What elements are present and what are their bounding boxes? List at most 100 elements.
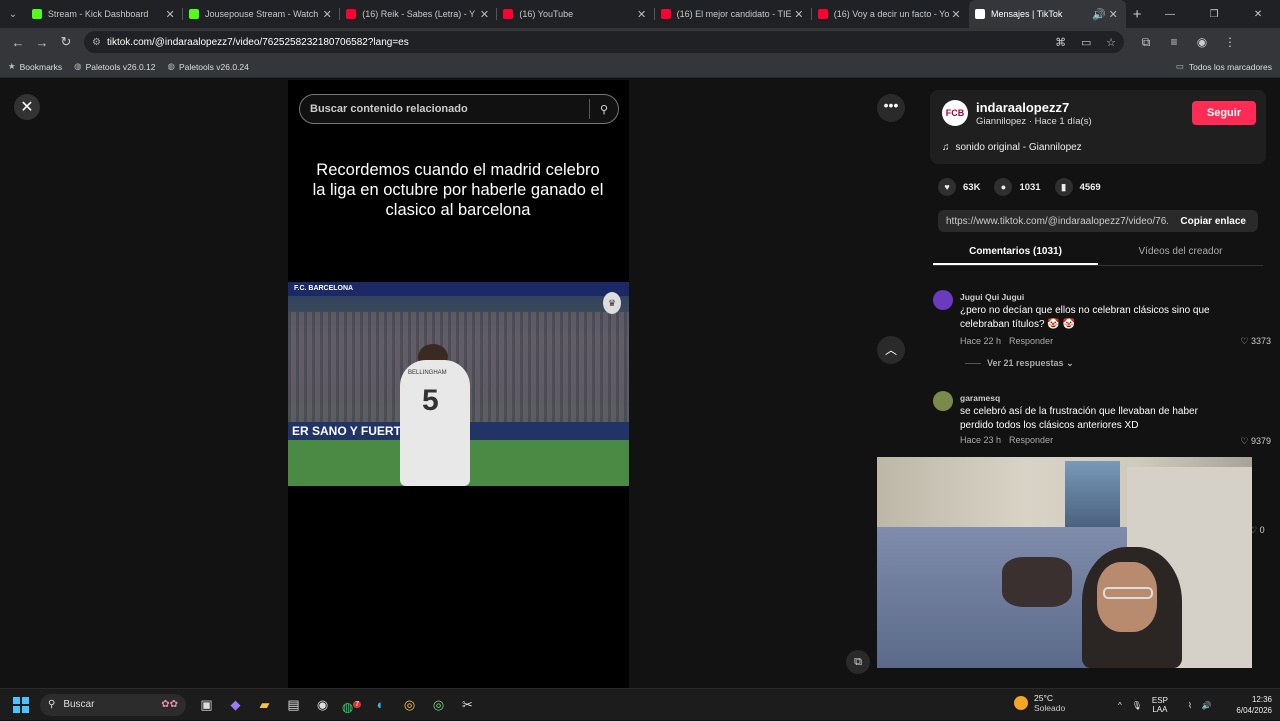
copilot-icon[interactable]: ◆ <box>221 692 250 718</box>
more-options-icon[interactable]: ••• <box>877 94 905 122</box>
bookmark-item[interactable]: ◍ Paletools v26.0.24 <box>168 61 249 72</box>
volume-icon[interactable]: 🔊 <box>1202 701 1212 710</box>
creator-username[interactable]: indaraalopezz7 <box>976 100 1069 115</box>
task-view-icon[interactable]: ▣ <box>192 692 221 718</box>
tab-search-button[interactable]: ⌄ <box>0 0 26 28</box>
browser-tab[interactable]: Stream - Kick Dashboard ✕ <box>26 0 184 28</box>
reply-button[interactable]: Responder <box>1009 435 1053 445</box>
language-indicator[interactable]: ESP LAA <box>1152 696 1178 714</box>
tiktok-favicon-icon <box>974 9 985 19</box>
browser-tab-bar: ⌄ Stream - Kick Dashboard ✕ Jousepouse S… <box>0 0 1280 28</box>
close-tab-icon[interactable]: ✕ <box>477 8 491 21</box>
close-tab-icon[interactable]: ✕ <box>320 8 334 21</box>
comment-like-button[interactable]: ♡ 3373 <box>1240 336 1271 347</box>
edge-icon[interactable]: ◐ <box>366 692 395 718</box>
video-player[interactable]: Buscar contenido relacionado ⚲ Recordemo… <box>288 80 629 688</box>
browser-tab[interactable]: Jousepouse Stream - Watch Li ✕ <box>183 0 341 28</box>
microphone-icon[interactable]: 🎙 <box>1132 701 1142 710</box>
browser-tab[interactable]: (16) Reik - Sabes (Letra) - Y ✕ <box>340 0 498 28</box>
browser-tab[interactable]: (16) YouTube ✕ <box>497 0 655 28</box>
close-tab-icon[interactable]: ✕ <box>949 8 963 21</box>
music-row[interactable]: ♫ sonido original - Giannilopez <box>942 142 1082 153</box>
store-icon[interactable]: ▤ <box>279 692 308 718</box>
tab-creator-videos[interactable]: Vídeos del creador <box>1098 240 1263 265</box>
browser-tab-active[interactable]: Mensajes | TikTok 🔊 ✕ <box>968 0 1127 28</box>
taskbar-search-input[interactable]: ⚲ Buscar ✿✿ <box>40 693 186 716</box>
cast-icon[interactable]: ▭ <box>1081 37 1091 49</box>
previous-video-icon[interactable]: ︿ <box>877 336 905 364</box>
chevron-up-icon[interactable]: ^ <box>1118 701 1122 710</box>
snipping-tool-icon[interactable]: ✂ <box>453 692 482 718</box>
profile-avatar-icon[interactable]: ◉ <box>1188 35 1216 50</box>
url-input[interactable]: ⚙ tiktok.com/@indaraalopezz7/video/76252… <box>84 31 1124 53</box>
obs-icon[interactable]: ◉ <box>308 692 337 718</box>
comment-author[interactable]: garamesq <box>960 393 1000 403</box>
forward-icon[interactable]: → <box>30 35 54 50</box>
comment-text: ¿pero no decían que ellos no celebran cl… <box>960 305 1210 330</box>
player-figure: BELLINGHAM 5 <box>400 360 470 486</box>
new-tab-button[interactable]: + <box>1126 6 1148 23</box>
bookmark-star-icon[interactable]: ☆ <box>1106 37 1116 49</box>
save-button[interactable]: ▮ 4569 <box>1054 178 1101 196</box>
translate-icon[interactable]: ⌘ <box>1055 37 1066 49</box>
share-link[interactable]: https://www.tiktok.com/@indaraalopezz7/v… <box>938 216 1168 227</box>
tab-title: (16) Reik - Sabes (Letra) - Y <box>362 9 476 19</box>
comment-like-button[interactable]: ♡ 9379 <box>1240 436 1271 447</box>
back-icon[interactable]: ← <box>6 35 30 50</box>
close-window-icon[interactable]: ✕ <box>1236 9 1280 20</box>
whatsapp-icon[interactable]: ◍ 7 <box>337 692 366 718</box>
browser-tab[interactable]: (16) Voy a decir un facto - YouT ✕ <box>812 0 969 28</box>
panel-tabs: Comentarios (1031) Vídeos del creador <box>933 240 1263 266</box>
picture-in-picture-icon[interactable]: ⧉ <box>846 650 870 674</box>
extensions-icon[interactable]: ⧉ <box>1132 35 1160 50</box>
wifi-icon[interactable]: ⌇ <box>1188 701 1192 710</box>
taskbar-apps: ▣ ◆ ▰ ▤ ◉ ◍ 7 ◐ ◎ ◎ ✂ <box>192 692 482 718</box>
comment-button[interactable]: ● 1031 <box>994 178 1041 196</box>
view-replies-button[interactable]: Ver 21 respuestas ⌄ <box>965 358 1074 369</box>
like-button[interactable]: ♥ 63K <box>938 178 980 196</box>
bookmark-item[interactable]: ◍ Paletools v26.0.12 <box>74 61 155 72</box>
windows-start-icon[interactable] <box>10 694 32 716</box>
speaker-icon[interactable]: 🔊 <box>1092 8 1106 21</box>
maximize-icon[interactable]: ❐ <box>1192 9 1236 20</box>
comment-icon: ● <box>994 178 1013 196</box>
chrome-dev-icon[interactable]: ◎ <box>424 692 453 718</box>
tab-title: Mensajes | TikTok <box>990 9 1063 19</box>
share-link-row: https://www.tiktok.com/@indaraalopezz7/v… <box>938 210 1258 232</box>
close-tab-icon[interactable]: ✕ <box>163 8 177 21</box>
close-tab-icon[interactable]: ✕ <box>635 8 649 21</box>
reload-icon[interactable]: ↻ <box>54 34 78 50</box>
chrome-icon[interactable]: ◎ <box>395 692 424 718</box>
creator-subline: Giannilopez · Hace 1 día(s) <box>976 116 1092 127</box>
follow-button[interactable]: Seguir <box>1192 101 1256 125</box>
player-number: 5 <box>422 384 439 417</box>
all-bookmarks-button[interactable]: ▭ Todos los marcadores <box>1176 61 1272 72</box>
weather-widget[interactable]: 25°C Soleado <box>1014 693 1065 713</box>
browser-tab[interactable]: (16) El mejor candidato - TIERL ✕ <box>655 0 812 28</box>
site-info-icon[interactable]: ⚙ <box>92 37 101 48</box>
comment-avatar[interactable] <box>933 391 953 411</box>
sun-icon <box>1014 696 1028 710</box>
file-explorer-icon[interactable]: ▰ <box>250 692 279 718</box>
menu-icon[interactable]: ⋮ <box>1216 35 1244 50</box>
clock[interactable]: 12:36 6/04/2026 <box>1222 694 1272 716</box>
bookmark-item[interactable]: ★ Bookmarks <box>8 61 62 72</box>
reading-list-icon[interactable]: ≡ <box>1160 35 1188 50</box>
search-icon[interactable]: ⚲ <box>600 103 608 116</box>
comment-author[interactable]: Jugui Qui Jugui <box>960 292 1024 302</box>
weather-temp: 25°C <box>1034 693 1053 703</box>
related-search-input[interactable]: Buscar contenido relacionado ⚲ <box>299 94 619 124</box>
copy-link-button[interactable]: Copiar enlace <box>1168 216 1258 227</box>
comment-time: Hace 23 h <box>960 435 1002 445</box>
close-tab-icon[interactable]: ✕ <box>792 8 806 21</box>
comment-text: se celebró así de la frustración que lle… <box>960 406 1198 431</box>
minimize-icon[interactable]: — <box>1148 9 1192 20</box>
globe-icon: ◍ <box>74 61 82 71</box>
reply-button[interactable]: Responder <box>1009 336 1053 346</box>
close-video-icon[interactable]: ✕ <box>14 94 40 120</box>
comment-avatar[interactable] <box>933 290 953 310</box>
close-tab-icon[interactable]: ✕ <box>1106 8 1120 21</box>
tab-comments[interactable]: Comentarios (1031) <box>933 240 1098 265</box>
weather-desc: Soleado <box>1034 703 1066 713</box>
creator-avatar[interactable]: FCB <box>942 100 968 126</box>
